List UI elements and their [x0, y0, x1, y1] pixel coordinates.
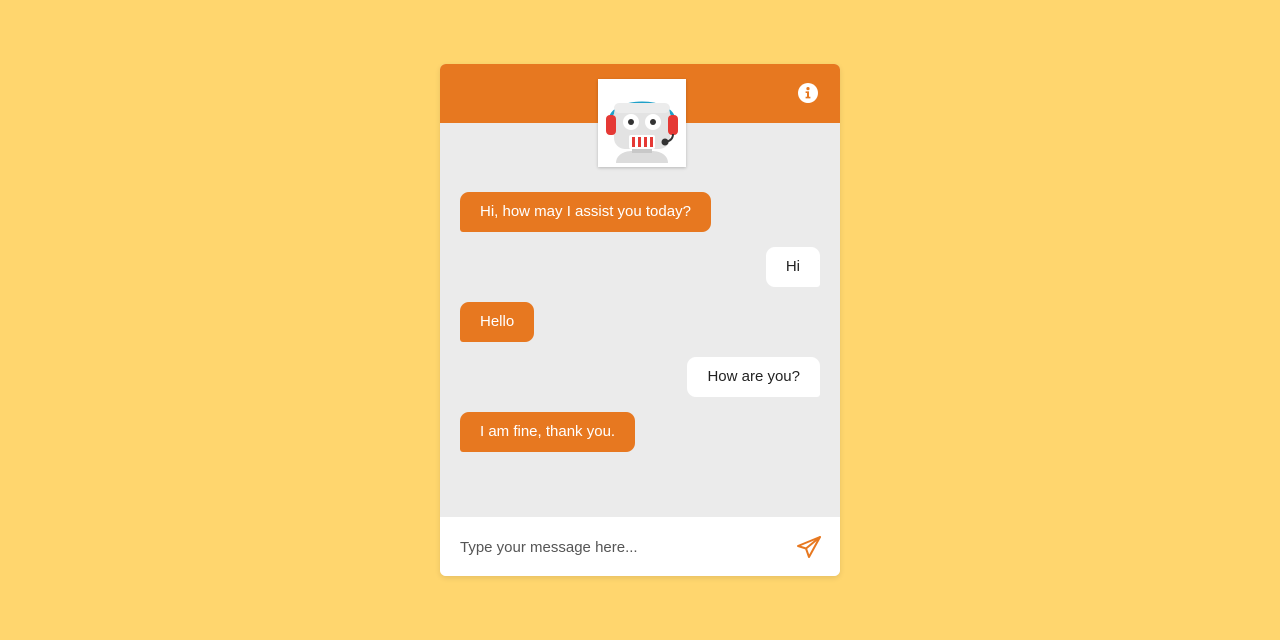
bot-message-row: Hello [460, 302, 820, 342]
send-button[interactable] [796, 535, 822, 559]
user-message-row: How are you? [460, 357, 820, 397]
user-message-row: Hi [460, 247, 820, 287]
bot-message-row: I am fine, thank you. [460, 412, 820, 452]
bot-avatar [598, 79, 686, 167]
robot-headset-icon [606, 101, 678, 163]
info-button[interactable] [798, 83, 818, 103]
bot-message-bubble: Hi, how may I assist you today? [460, 192, 711, 232]
message-composer [440, 517, 840, 576]
message-input[interactable] [460, 534, 780, 560]
bot-message-bubble: I am fine, thank you. [460, 412, 636, 452]
bot-message-row: Hi, how may I assist you today? [460, 192, 820, 232]
info-icon [805, 87, 811, 99]
paper-plane-icon [797, 536, 821, 558]
user-message-bubble: Hi [765, 247, 820, 287]
user-message-bubble: How are you? [687, 357, 820, 397]
bot-message-bubble: Hello [460, 302, 535, 342]
message-list: Hi, how may I assist you today? Hi Hello Ho… [460, 192, 820, 467]
chat-window: Hi, how may I assist you today? Hi Hello Ho… [440, 64, 840, 576]
